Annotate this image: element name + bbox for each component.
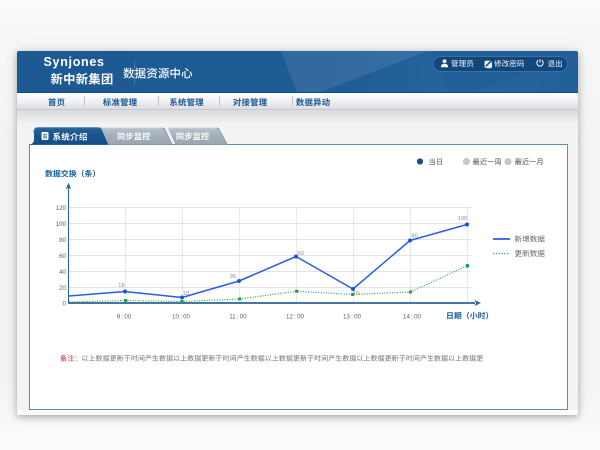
svg-text:40: 40 [59, 269, 66, 276]
svg-text:120: 120 [56, 205, 67, 212]
svg-text:12 : 00: 12 : 00 [286, 314, 305, 321]
svg-text:100: 100 [56, 221, 67, 228]
svg-text:11 : 00: 11 : 00 [229, 314, 247, 321]
svg-text:60: 60 [297, 251, 303, 257]
svg-text:60: 60 [59, 253, 66, 260]
svg-text:14 : 00: 14 : 00 [403, 314, 422, 321]
svg-text:20: 20 [59, 285, 66, 292]
svg-text:10: 10 [353, 291, 359, 297]
svg-text:80: 80 [59, 237, 66, 244]
svg-text:80: 80 [411, 234, 417, 240]
svg-text:13 : 00: 13 : 00 [343, 314, 362, 321]
svg-text:9 : 00: 9 : 00 [117, 314, 132, 321]
svg-text:35: 35 [230, 274, 236, 280]
svg-text:10 : 00: 10 : 00 [172, 314, 191, 321]
svg-text:100: 100 [458, 216, 468, 222]
svg-text:0: 0 [63, 301, 67, 308]
svg-text:10: 10 [182, 291, 188, 297]
svg-text:18: 18 [118, 283, 124, 289]
